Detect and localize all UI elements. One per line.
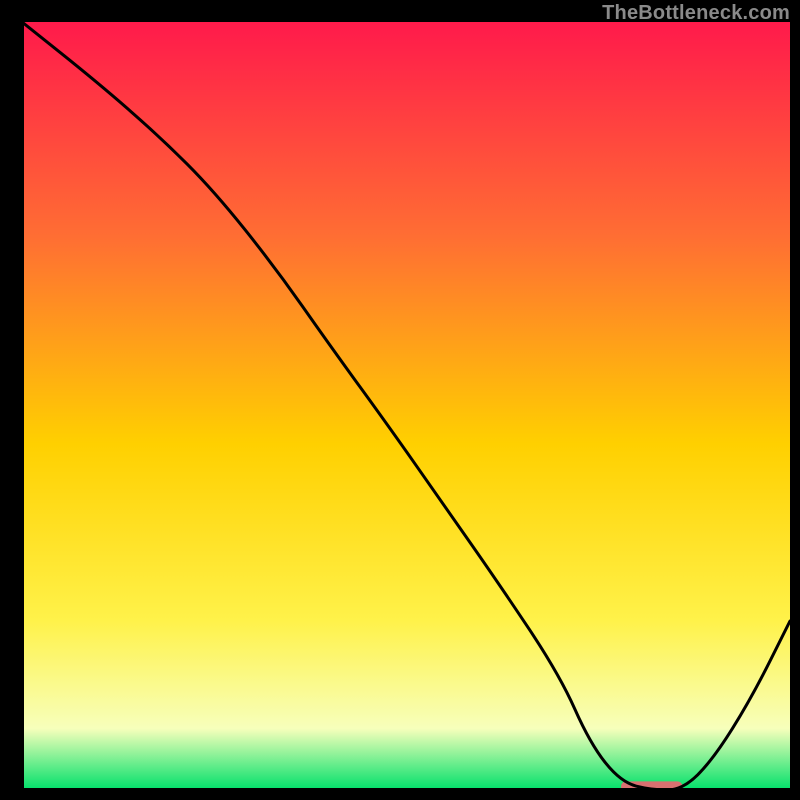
chart-svg [22,22,790,790]
plot-area [22,22,790,790]
watermark-text: TheBottleneck.com [602,2,790,25]
gradient-background [22,22,790,790]
chart-container: TheBottleneck.com [0,0,800,800]
